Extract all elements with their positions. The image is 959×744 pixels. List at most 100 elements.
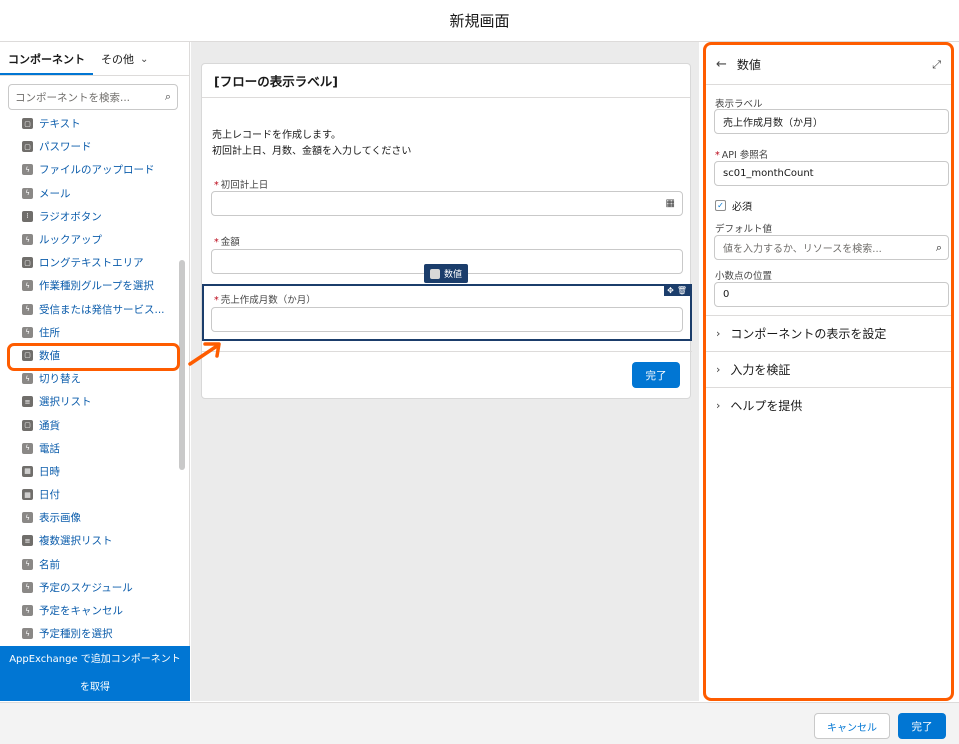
list-item[interactable]: ϟ 受信または発信サービス... xyxy=(0,298,178,321)
decimal-places-input[interactable]: 0 xyxy=(714,282,949,307)
list-item-label: ラジオボタン xyxy=(39,210,102,223)
list-item[interactable]: ϟ メール xyxy=(0,182,178,205)
api-name-value: sc01_monthCount xyxy=(723,168,814,179)
list-item-label: 住所 xyxy=(39,326,60,339)
done-button[interactable]: 完了 xyxy=(898,713,946,739)
calendar-icon: ▦ xyxy=(22,489,33,501)
list-item-label: パスワード xyxy=(39,141,92,154)
cancel-button[interactable]: キャンセル xyxy=(814,713,890,739)
card-footer-divider xyxy=(202,351,692,352)
search-placeholder: コンポーネントを検索... xyxy=(15,91,131,104)
list-item[interactable]: ▦ 日付 xyxy=(0,483,178,506)
list-item-label: 名前 xyxy=(39,558,60,571)
list-item[interactable]: ≡ 複数選択リスト xyxy=(0,529,178,552)
list-item[interactable]: ϟ 住所 xyxy=(0,321,178,344)
list-item[interactable]: ⁞ ラジオボタン xyxy=(0,205,178,228)
back-arrow-icon[interactable]: ← xyxy=(716,57,727,72)
list-item-label: 予定種別を選択 xyxy=(39,628,113,641)
trash-icon[interactable]: 🗑 xyxy=(677,286,687,295)
input-icon: ▢ xyxy=(22,118,33,130)
section-provide-help[interactable]: › ヘルプを提供 xyxy=(706,387,951,423)
list-item-label: 日時 xyxy=(39,465,60,478)
bolt-icon: ϟ xyxy=(22,326,33,338)
bolt-icon: ϟ xyxy=(22,605,33,617)
list-item[interactable]: ϟ 予定種別を選択 xyxy=(0,622,178,642)
search-icon: ⌕ xyxy=(164,90,171,103)
tab-components[interactable]: コンポーネント xyxy=(0,51,93,75)
default-value-placeholder: 値を入力するか、リソースを検索... xyxy=(723,244,882,255)
list-item-label: ファイルのアップロード xyxy=(39,164,155,177)
list-item[interactable]: ϟ 予定をキャンセル xyxy=(0,599,178,622)
chevron-right-icon: › xyxy=(716,399,721,412)
input-icon xyxy=(430,268,440,279)
list-item-label: 電話 xyxy=(39,442,60,455)
list-item[interactable]: ϟ ファイルのアップロード xyxy=(0,158,178,181)
calendar-icon: ▦ xyxy=(22,465,33,477)
expand-icon[interactable]: ⤢ xyxy=(932,58,941,72)
list-item[interactable]: ϟ 表示画像 xyxy=(0,506,178,529)
list-item-label: 予定のスケジュール xyxy=(39,581,133,594)
list-item[interactable]: ▢ ロングテキストエリア xyxy=(0,251,178,274)
chevron-right-icon: › xyxy=(716,327,721,340)
component-search-input[interactable]: コンポーネントを検索... ⌕ xyxy=(8,84,178,110)
list-item[interactable]: ϟ 予定のスケジュール xyxy=(0,576,178,599)
bolt-icon: ϟ xyxy=(22,234,33,246)
preview-done-button[interactable]: 完了 xyxy=(632,362,680,388)
properties-header: ← 数値 ⤢ xyxy=(706,45,951,85)
list-item[interactable]: ≡ 選択リスト xyxy=(0,390,178,413)
bolt-icon: ϟ xyxy=(22,280,33,292)
list-item-label: 通貨 xyxy=(39,419,60,432)
description-line: 売上レコードを作成します。 xyxy=(212,130,341,141)
palette-tabs: コンポーネント その他 ⌄ xyxy=(0,42,189,76)
list-item-label: テキスト xyxy=(39,118,81,131)
checkmark-icon: ✓ xyxy=(715,200,726,211)
list-item[interactable]: ϟ 電話 xyxy=(0,437,178,460)
list-item[interactable]: ϟ 作業種別グループを選択 xyxy=(0,274,178,297)
appexchange-button[interactable]: AppExchange で追加コンポーネントを取得 xyxy=(0,646,190,701)
screen-card: [フローの表示ラベル] 売上レコードを作成します。 初回計上日、月数、金額を入力… xyxy=(201,63,692,399)
screen-description: 売上レコードを作成します。 初回計上日、月数、金額を入力してください xyxy=(212,128,411,160)
tab-label: その他 xyxy=(101,53,134,66)
section-label: 入力を検証 xyxy=(730,363,791,377)
tab-other[interactable]: その他 ⌄ xyxy=(93,51,156,75)
section-validate-input[interactable]: › 入力を検証 xyxy=(706,351,951,387)
default-value-input[interactable]: 値を入力するか、リソースを検索... ⌕ xyxy=(714,235,949,260)
list-item[interactable]: ▦ 日時 xyxy=(0,460,178,483)
display-label-value: 売上作成月数（か月） xyxy=(723,118,823,129)
list-item[interactable]: ϟ ルックアップ xyxy=(0,228,178,251)
field-label-first-date: * 初回計上日 xyxy=(214,180,269,191)
card-title: [フローの表示ラベル] xyxy=(202,64,690,98)
month-count-input[interactable] xyxy=(211,307,683,332)
annotation-arrow xyxy=(188,342,221,366)
properties-title: 数値 xyxy=(736,58,761,72)
selected-component-badge: 数値 xyxy=(424,264,469,283)
list-item-label: 作業種別グループを選択 xyxy=(39,280,154,293)
bolt-icon: ϟ xyxy=(22,187,33,199)
bolt-icon: ϟ xyxy=(22,373,33,385)
bolt-icon: ϟ xyxy=(22,442,33,454)
decimal-places-label: 小数点の位置 xyxy=(715,271,773,282)
highlight-box-number xyxy=(7,343,180,371)
radio-icon: ⁞ xyxy=(22,210,33,222)
required-checkbox[interactable]: ✓ 必須 xyxy=(715,198,752,213)
list-item-label: 予定をキャンセル xyxy=(39,605,123,618)
list-item[interactable]: ▢ テキスト xyxy=(0,112,178,135)
list-item-label: メール xyxy=(39,187,71,200)
first-date-input[interactable]: ▦ xyxy=(211,191,683,216)
bolt-icon: ϟ xyxy=(22,558,33,570)
move-icon[interactable]: ✥ xyxy=(667,286,674,295)
list-item[interactable]: ϟ 名前 xyxy=(0,553,178,576)
section-set-visibility[interactable]: › コンポーネントの表示を設定 xyxy=(706,315,951,351)
calendar-icon: ▦ xyxy=(665,198,675,209)
section-label: ヘルプを提供 xyxy=(730,399,803,413)
chevron-right-icon: › xyxy=(716,363,721,376)
display-label-input[interactable]: 売上作成月数（か月） xyxy=(714,109,949,134)
api-name-input[interactable]: sc01_monthCount xyxy=(714,161,949,186)
chevron-down-icon: ⌄ xyxy=(140,53,149,65)
component-tools: ✥ 🗑 xyxy=(664,284,690,296)
modal-header: 新規画面 xyxy=(0,0,959,42)
list-item[interactable]: ▢ パスワード xyxy=(0,135,178,158)
list-item-label: 切り替え xyxy=(39,373,81,386)
screen-canvas: [フローの表示ラベル] 売上レコードを作成します。 初回計上日、月数、金額を入力… xyxy=(191,42,699,701)
list-item[interactable]: ▢ 通貨 xyxy=(0,413,178,436)
